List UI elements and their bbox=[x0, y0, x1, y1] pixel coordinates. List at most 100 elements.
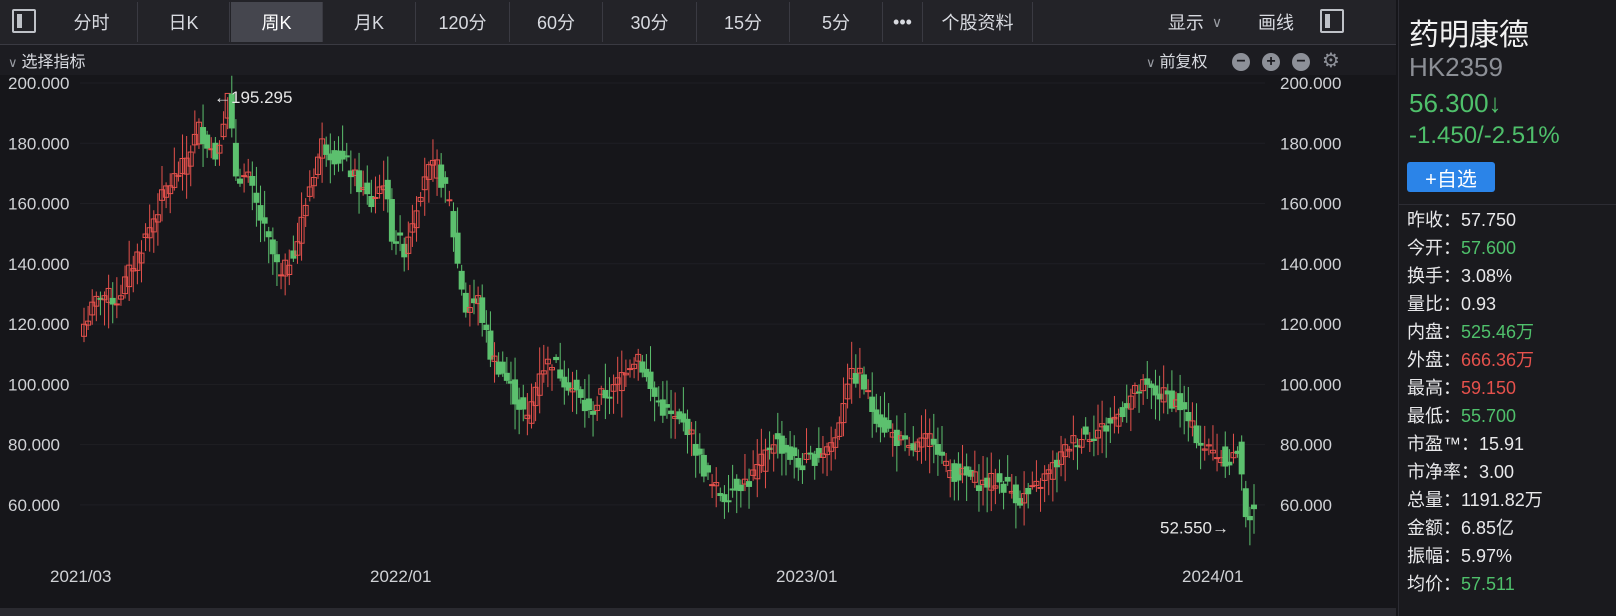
add-watchlist-button[interactable]: +自选 bbox=[1407, 162, 1495, 192]
candle-body bbox=[237, 178, 243, 184]
zoom-out-icon[interactable]: − bbox=[1292, 53, 1310, 71]
stock-name: 药明康德 bbox=[1409, 19, 1529, 52]
stock-code: HK2359 bbox=[1409, 52, 1503, 82]
quote-value: 3.08% bbox=[1461, 266, 1513, 286]
quote-value: 57.750 bbox=[1461, 210, 1517, 230]
quote-row: 金额：6.85亿 bbox=[1407, 514, 1514, 540]
high-annotation: ←195.295 bbox=[214, 88, 292, 107]
quote-panel: 药明康德 HK2359 56.300↓ -1.450/-2.51% +自选 昨收… bbox=[1398, 0, 1616, 616]
tab-30-min[interactable]: 30分 bbox=[603, 2, 697, 42]
quote-row: 市净率：3.00 bbox=[1407, 458, 1514, 484]
tab-month-k[interactable]: 月K bbox=[323, 2, 416, 42]
candle-body bbox=[1103, 425, 1110, 432]
y-tick-label-right: 120.000 bbox=[1280, 315, 1341, 334]
candle-body bbox=[204, 134, 211, 149]
tab-60-min[interactable]: 60分 bbox=[510, 2, 603, 42]
stock-chart-app: 分时 日K 周K 月K 120分 60分 30分 15分 5分 ••• 个股资料… bbox=[0, 0, 1616, 616]
candle-body bbox=[585, 398, 592, 411]
candle-body bbox=[1000, 483, 1007, 493]
quote-separator: ： bbox=[1443, 350, 1461, 370]
candle-body bbox=[602, 389, 609, 399]
candle-body bbox=[384, 179, 391, 200]
quote-separator: ： bbox=[1443, 406, 1461, 426]
tab-120-min[interactable]: 120分 bbox=[416, 2, 510, 42]
candle-body bbox=[737, 484, 744, 492]
candle-body bbox=[487, 330, 494, 360]
adjust-dropdown[interactable]: ∨ 前复权 bbox=[1146, 48, 1208, 72]
candle-body bbox=[1037, 486, 1044, 489]
quote-label: 振幅 bbox=[1407, 546, 1443, 566]
y-tick-label-right: 100.000 bbox=[1280, 375, 1341, 394]
quote-separator: ： bbox=[1443, 574, 1461, 594]
candle-body bbox=[397, 232, 404, 236]
chart-scrollbar[interactable] bbox=[0, 608, 1396, 616]
quote-row: 振幅：5.97% bbox=[1407, 542, 1512, 568]
quote-value: 1191.82万 bbox=[1461, 490, 1543, 510]
y-tick-label-right: 140.000 bbox=[1280, 255, 1341, 274]
candle-body bbox=[606, 396, 613, 399]
quote-separator: ： bbox=[1461, 434, 1479, 454]
candle-body bbox=[1251, 504, 1257, 510]
y-tick-label-left: 160.000 bbox=[8, 195, 69, 214]
candle-body bbox=[442, 177, 449, 184]
candle-body bbox=[930, 438, 937, 445]
quote-separator: ： bbox=[1443, 238, 1461, 258]
tab-5-min[interactable]: 5分 bbox=[790, 2, 883, 42]
quote-label: 内盘 bbox=[1407, 322, 1443, 342]
settings-gear-icon[interactable]: ⚙ bbox=[1322, 48, 1340, 73]
quote-row: 最低：55.700 bbox=[1407, 402, 1516, 428]
quote-label: 市净率 bbox=[1407, 462, 1461, 482]
candle-body bbox=[113, 303, 120, 306]
candle-body bbox=[865, 390, 872, 393]
candle-body bbox=[577, 389, 584, 398]
y-tick-label-right: 200.000 bbox=[1280, 75, 1341, 93]
quote-value: 15.91 bbox=[1479, 434, 1525, 454]
candle-body bbox=[388, 199, 395, 242]
stock-profile-button[interactable]: 个股资料 bbox=[923, 2, 1033, 42]
candle-body bbox=[265, 231, 272, 238]
y-tick-label-right: 60.000 bbox=[1280, 496, 1332, 515]
candle-body bbox=[343, 155, 350, 158]
tab-week-k[interactable]: 周K bbox=[231, 2, 323, 42]
quote-value: 3.00 bbox=[1479, 462, 1515, 482]
tab-minute[interactable]: 分时 bbox=[46, 2, 138, 42]
y-tick-label-right: 180.000 bbox=[1280, 134, 1341, 153]
quote-label: 外盘 bbox=[1407, 350, 1443, 370]
y-tick-label-left: 60.000 bbox=[8, 496, 60, 515]
candle-body bbox=[696, 448, 703, 455]
candle-body bbox=[1119, 407, 1126, 418]
more-button[interactable]: ••• bbox=[883, 2, 923, 42]
quote-label: 均价 bbox=[1407, 574, 1443, 594]
sidebar-toggle-icon[interactable] bbox=[12, 9, 36, 33]
candle-body bbox=[1197, 442, 1204, 446]
quote-row: 市盈™：15.91 bbox=[1407, 430, 1524, 456]
right-panel-toggle-icon[interactable] bbox=[1320, 9, 1344, 33]
zoom-in-icon[interactable]: + bbox=[1262, 53, 1280, 71]
candle-body bbox=[249, 175, 256, 186]
candlestick-chart[interactable]: 200.000 200.000 180.000 180.000 160.000 160.0… bbox=[0, 75, 1396, 608]
candle-body bbox=[651, 387, 658, 397]
display-dropdown[interactable]: 显示 ∨ bbox=[1150, 2, 1240, 42]
candle-body bbox=[1242, 488, 1249, 518]
current-price: 56.300↓ bbox=[1409, 88, 1502, 118]
quote-separator: ： bbox=[1461, 462, 1479, 482]
candle-body bbox=[372, 196, 379, 199]
candle-body bbox=[438, 164, 445, 188]
candle-body bbox=[1136, 391, 1143, 394]
candle-body bbox=[799, 465, 806, 471]
candle-body bbox=[902, 435, 909, 440]
quote-label: 昨收 bbox=[1407, 210, 1443, 230]
quote-row: 均价：57.511 bbox=[1407, 570, 1515, 596]
quote-row: 总量：1191.82万 bbox=[1407, 486, 1543, 512]
tab-15-min[interactable]: 15分 bbox=[697, 2, 790, 42]
select-indicator-dropdown[interactable]: ∨ 选择指标 bbox=[8, 48, 86, 72]
candle-body bbox=[1004, 476, 1011, 482]
draw-line-button[interactable]: 画线 bbox=[1240, 2, 1312, 42]
x-tick-label: 2024/01 bbox=[1182, 567, 1243, 586]
minimize-icon[interactable]: − bbox=[1232, 53, 1250, 71]
quote-row: 今开：57.600 bbox=[1407, 234, 1516, 260]
tab-day-k[interactable]: 日K bbox=[138, 2, 230, 42]
candle-body bbox=[109, 297, 116, 305]
y-tick-label-right: 80.000 bbox=[1280, 436, 1332, 455]
candle-body bbox=[1226, 461, 1233, 466]
